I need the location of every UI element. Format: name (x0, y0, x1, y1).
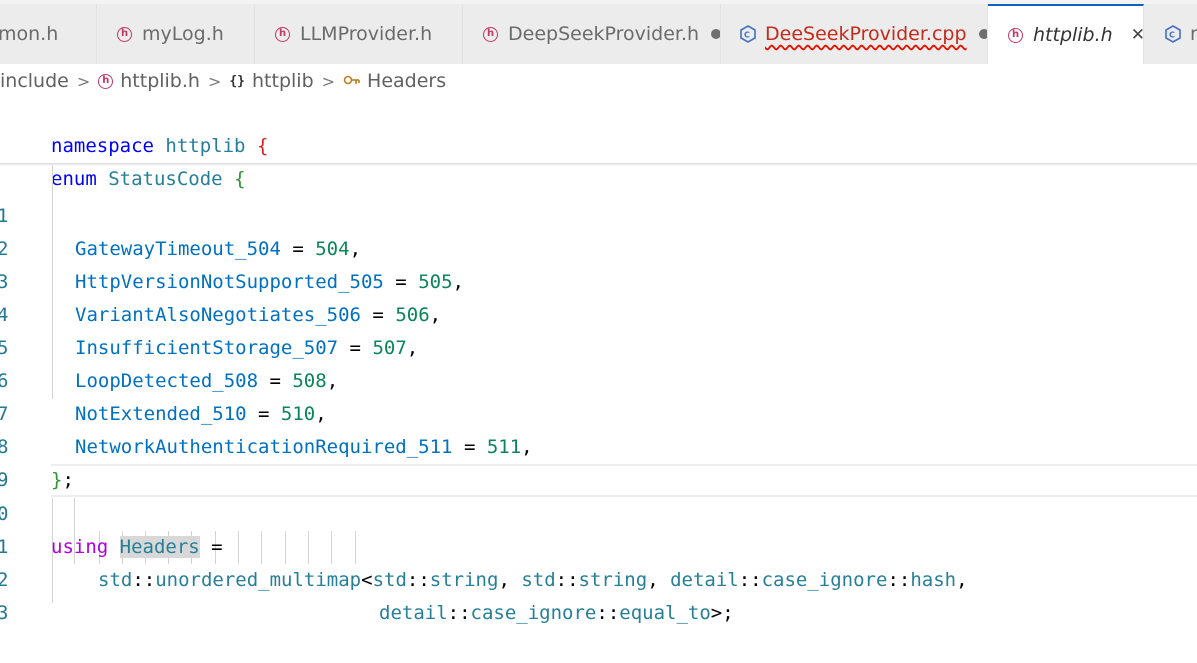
breadcrumb-item-symbol[interactable]: Headers (367, 70, 446, 92)
tab-label: r (1190, 23, 1197, 45)
unsaved-dot-icon[interactable] (711, 29, 720, 39)
sticky-scroll-shadow (0, 163, 1197, 166)
angle-bracket: > (710, 602, 723, 624)
tab-llmprovider-h[interactable]: h LLMProvider.h (255, 4, 463, 64)
sticky-line-namespace[interactable]: namespace httplib { (0, 97, 1197, 157)
code-line[interactable]: 2 detail::case_ignore::equal_to>; (0, 531, 1197, 624)
unsaved-dot-icon[interactable] (978, 29, 987, 39)
tab-label: myLog.h (142, 23, 224, 45)
header-file-icon: h (98, 73, 114, 89)
code-line[interactable]: 1 std::unordered_multimap<std::string, s… (0, 498, 1197, 591)
chevron-right-icon: > (76, 71, 91, 91)
tab-label: LLMProvider.h (300, 23, 433, 45)
code-editor[interactable]: namespace httplib { enum StatusCode { 1 … (0, 97, 1197, 624)
chevron-right-icon: > (321, 71, 336, 91)
scope-operator: :: (596, 602, 620, 624)
tab-label: mon.h (0, 23, 59, 45)
cpp-file-icon: C (740, 25, 756, 43)
breadcrumb-item-namespace[interactable]: httplib (252, 70, 314, 92)
namespace-ref: detail (379, 602, 448, 624)
tab-common-h[interactable]: mon.h (0, 4, 97, 64)
code-line[interactable]: 3 (0, 564, 1197, 624)
type-name: equal_to (619, 602, 711, 624)
code-line[interactable]: 4 InsufficientStorage_507 = 507, (0, 266, 1197, 359)
close-icon[interactable]: ✕ (1131, 25, 1143, 45)
header-file-icon: h (275, 26, 290, 42)
tab-httplib-h[interactable]: h httplib.h ✕ (988, 4, 1144, 64)
code-line[interactable]: 2 HttpVersionNotSupported_505 = 505, (0, 200, 1197, 293)
code-line[interactable]: 8 }; (0, 398, 1197, 491)
namespace-ref: case_ignore (470, 602, 597, 624)
type-alias-icon (343, 75, 360, 85)
code-line[interactable]: 9 (0, 431, 1197, 491)
editor-tab-bar: mon.h h myLog.h h LLMProvider.h h DeepSe… (0, 0, 1197, 64)
breadcrumb-item-file[interactable]: httplib.h (120, 70, 200, 92)
header-file-icon: h (483, 26, 498, 42)
header-file-icon: h (1008, 27, 1023, 43)
namespace-icon: {} (229, 73, 246, 89)
breadcrumb: include > h httplib.h > {} httplib > Hea… (0, 64, 1197, 98)
code-line-current[interactable]: 0 using Headers = (0, 465, 1197, 558)
sticky-line-enum[interactable]: enum StatusCode { (0, 130, 1197, 190)
code-line[interactable]: 7 NetworkAuthenticationRequired_511 = 51… (0, 365, 1197, 458)
punctuation: ; (722, 602, 734, 624)
code-line[interactable]: 5 LoopDetected_508 = 508, (0, 299, 1197, 392)
svg-text:C: C (744, 31, 750, 40)
line-number: 3 (0, 602, 9, 624)
scope-operator: :: (447, 602, 471, 624)
svg-text:C: C (1169, 31, 1175, 40)
code-line[interactable]: 1 GatewayTimeout_504 = 504, (0, 167, 1197, 260)
tab-deepseekprovider-h[interactable]: h DeepSeekProvider.h (463, 4, 721, 64)
tab-partial[interactable]: C r (1144, 4, 1197, 64)
tab-label: DeepSeekProvider.h (508, 23, 700, 45)
tab-mylog-h[interactable]: h myLog.h (97, 4, 255, 64)
code-line[interactable]: 3 VariantAlsoNegotiates_506 = 506, (0, 233, 1197, 326)
header-file-icon: h (117, 26, 132, 42)
tab-label: httplib.h (1033, 24, 1113, 46)
cpp-file-icon: C (1165, 25, 1181, 43)
tab-label: DeeSeekProvider.cpp (765, 23, 967, 45)
code-line[interactable]: 6 NotExtended_510 = 510, (0, 332, 1197, 425)
tab-deeseekprovider-cpp[interactable]: C DeeSeekProvider.cpp (721, 4, 988, 64)
chevron-right-icon: > (207, 71, 222, 91)
breadcrumb-item-include[interactable]: include (0, 70, 69, 92)
